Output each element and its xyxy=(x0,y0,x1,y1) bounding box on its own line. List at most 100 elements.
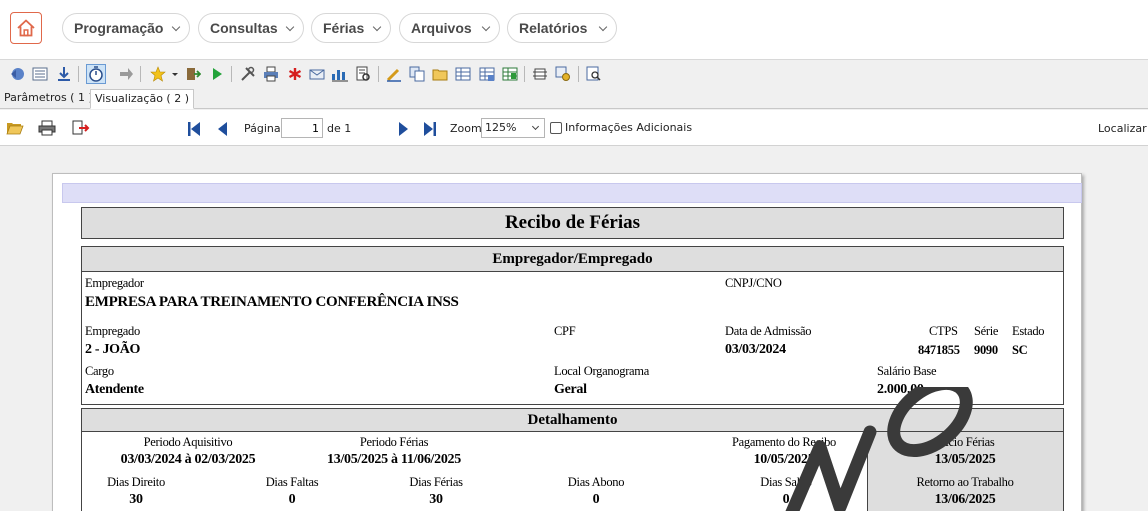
report-title: Recibo de Férias xyxy=(81,207,1064,239)
page-number-input[interactable] xyxy=(281,118,323,138)
dias-saldo-value: 0 xyxy=(782,492,790,507)
employer-label: Empregador xyxy=(85,276,144,290)
estado-value: SC xyxy=(1012,343,1028,357)
section-detail-header: Detalhamento xyxy=(81,408,1064,432)
next-page-icon[interactable] xyxy=(398,121,410,137)
last-page-icon[interactable] xyxy=(422,121,438,137)
menu-label: Relatórios xyxy=(519,20,588,36)
menu-arquivos[interactable]: Arquivos xyxy=(399,13,500,43)
toolbar-separator xyxy=(524,66,525,82)
estado-label: Estado xyxy=(1012,324,1045,338)
spreadsheet-icon[interactable] xyxy=(502,66,518,82)
star-icon[interactable] xyxy=(150,66,166,82)
printer-icon[interactable] xyxy=(38,120,56,136)
play-icon[interactable] xyxy=(209,66,225,82)
toolbar-separator xyxy=(378,66,379,82)
chevron-down-icon xyxy=(531,122,540,131)
exit-icon[interactable] xyxy=(185,66,201,82)
dropdown-icon[interactable] xyxy=(170,66,180,82)
zoom-label: Zoom xyxy=(450,122,482,135)
extra-info-checkbox[interactable] xyxy=(550,122,562,134)
dias-saldo-label: Dias Saldo xyxy=(760,475,812,489)
dias-faltas-value: 0 xyxy=(288,492,296,507)
local-value: Geral xyxy=(554,382,587,397)
inicio-ferias-label: Inicio Férias xyxy=(935,435,995,449)
ctps-value: 8471855 xyxy=(918,343,960,357)
chart-icon[interactable] xyxy=(331,66,349,82)
menu-label: Arquivos xyxy=(411,20,472,36)
stopwatch-icon[interactable] xyxy=(86,64,106,84)
inicio-ferias-value: 13/05/2025 xyxy=(934,452,996,467)
page-header-strip xyxy=(62,183,1082,203)
download-icon[interactable] xyxy=(56,66,72,82)
edit-icon[interactable] xyxy=(386,66,402,82)
home-button[interactable] xyxy=(10,12,42,44)
folder-icon[interactable] xyxy=(432,66,448,82)
tab-bar: Parâmetros ( 1 ) Visualização ( 2 ) xyxy=(0,87,1148,109)
asterisk-icon[interactable] xyxy=(287,66,303,82)
menu-label: Programação xyxy=(74,20,164,36)
printer-icon[interactable] xyxy=(263,66,279,82)
toolbar xyxy=(0,63,1148,86)
menu-consultas[interactable]: Consultas xyxy=(198,13,304,43)
table-export-icon[interactable] xyxy=(479,66,495,82)
home-icon xyxy=(17,19,35,37)
periodo-ferias-label: Periodo Férias xyxy=(359,435,429,449)
table-icon[interactable] xyxy=(455,66,471,82)
pagamento-value: 10/05/2025 xyxy=(753,452,815,467)
layout-icon[interactable] xyxy=(532,66,548,82)
chevron-down-icon xyxy=(481,22,491,32)
salario-value: 2.000,00 xyxy=(877,382,924,397)
copy-icon[interactable] xyxy=(409,66,425,82)
employee-label: Empregado xyxy=(85,324,140,338)
chevron-down-icon xyxy=(598,22,608,32)
serie-label: Série xyxy=(974,324,999,338)
retorno-value: 13/06/2025 xyxy=(934,492,996,507)
chevron-down-icon xyxy=(372,22,382,32)
ctps-label: CTPS xyxy=(929,324,958,338)
first-page-icon[interactable] xyxy=(186,121,202,137)
report-icon[interactable] xyxy=(355,66,371,82)
settings-icon[interactable] xyxy=(555,66,571,82)
tab-visualizacao[interactable]: Visualização ( 2 ) xyxy=(90,89,194,109)
dias-ferias-label: Dias Férias xyxy=(409,475,463,489)
tab-parametros[interactable]: Parâmetros ( 1 ) xyxy=(0,89,97,109)
menu-label: Consultas xyxy=(210,20,278,36)
toolbar-separator xyxy=(78,66,79,82)
previous-page-icon[interactable] xyxy=(216,121,228,137)
menu-relatorios[interactable]: Relatórios xyxy=(507,13,617,43)
menu-programacao[interactable]: Programação xyxy=(62,13,190,43)
report-viewer[interactable]: Recibo de Férias Empregador/Empregado Em… xyxy=(0,147,1148,511)
menu-label: Férias xyxy=(323,20,365,36)
chevron-down-icon xyxy=(171,22,181,32)
find-button[interactable]: Localizar xyxy=(1098,122,1147,135)
toolbar-separator xyxy=(140,66,141,82)
export-icon[interactable] xyxy=(72,120,90,136)
list-icon[interactable] xyxy=(32,66,48,82)
admission-label: Data de Admissão xyxy=(725,324,812,338)
cargo-label: Cargo xyxy=(85,364,114,378)
viewer-toolbar: Página de 1 Zoom 125% Informações Adicio… xyxy=(0,110,1148,146)
dias-faltas-label: Dias Faltas xyxy=(265,475,319,489)
preview-icon[interactable] xyxy=(586,66,602,82)
cnpj-label: CNPJ/CNO xyxy=(725,276,782,290)
forward-icon[interactable] xyxy=(118,66,134,82)
page-total-label: de 1 xyxy=(327,122,352,135)
open-folder-icon[interactable] xyxy=(6,120,24,136)
salario-label: Salário Base xyxy=(877,364,937,378)
employer-value: EMPRESA PARA TREINAMENTO CONFERÊNCIA INS… xyxy=(85,294,459,310)
toolbar-separator xyxy=(578,66,579,82)
admission-value: 03/03/2024 xyxy=(725,342,786,357)
back-icon[interactable] xyxy=(9,66,25,82)
tools-icon[interactable] xyxy=(240,66,256,82)
toolbar-separator xyxy=(231,66,232,82)
menu-ferias[interactable]: Férias xyxy=(311,13,391,43)
mail-icon[interactable] xyxy=(309,66,325,82)
dias-direito-label: Dias Direito xyxy=(107,475,165,489)
dias-abono-label: Dias Abono xyxy=(567,475,625,489)
pagamento-label: Pagamento do Recibo xyxy=(732,435,836,449)
employee-value: 2 - JOÃO xyxy=(85,342,141,357)
retorno-label: Retorno ao Trabalho xyxy=(916,475,1014,489)
zoom-select[interactable]: 125% xyxy=(481,118,545,138)
dias-ferias-value: 30 xyxy=(429,492,443,507)
